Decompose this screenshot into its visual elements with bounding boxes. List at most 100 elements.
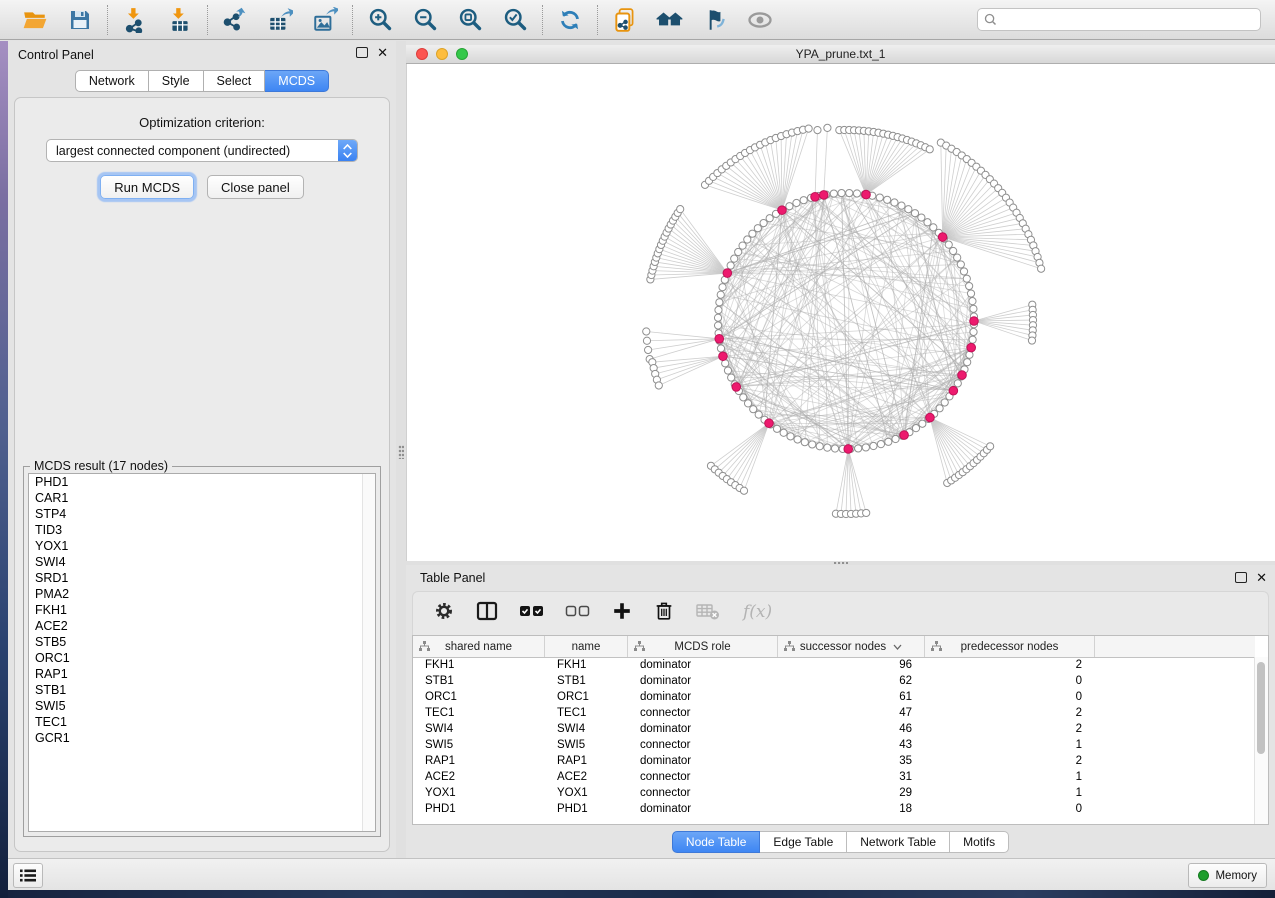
show-all-networks-icon[interactable] — [656, 6, 684, 34]
network-node[interactable] — [930, 224, 937, 231]
network-hub-node[interactable] — [819, 191, 828, 200]
open-session-icon[interactable] — [21, 6, 49, 34]
network-node[interactable] — [967, 290, 974, 297]
network-node[interactable] — [950, 247, 957, 254]
network-leaf-node[interactable] — [814, 127, 821, 134]
tab-node-table[interactable]: Node Table — [672, 831, 761, 853]
mcds-result-item[interactable]: CAR1 — [29, 490, 375, 506]
mcds-list-scrollbar[interactable] — [362, 474, 375, 831]
network-node[interactable] — [724, 367, 731, 374]
float-panel-icon[interactable] — [356, 47, 368, 58]
network-node[interactable] — [954, 254, 961, 261]
network-hub-node[interactable] — [723, 269, 732, 278]
mcds-result-item[interactable]: FKH1 — [29, 602, 375, 618]
criterion-dropdown[interactable]: largest connected component (undirected) — [46, 139, 358, 162]
mcds-result-item[interactable]: GCR1 — [29, 730, 375, 746]
show-columns-icon[interactable] — [475, 599, 499, 628]
network-node[interactable] — [824, 444, 831, 451]
network-node[interactable] — [760, 219, 767, 226]
table-row[interactable]: FKH1FKH1dominator962 — [413, 657, 1255, 673]
network-node[interactable] — [717, 345, 724, 352]
network-node[interactable] — [970, 305, 977, 312]
column-header-shared-name[interactable]: shared name — [413, 636, 545, 657]
network-node[interactable] — [816, 443, 823, 450]
mcds-result-item[interactable]: SWI5 — [29, 698, 375, 714]
mcds-result-item[interactable]: ACE2 — [29, 618, 375, 634]
mcds-result-item[interactable]: RAP1 — [29, 666, 375, 682]
network-hub-node[interactable] — [811, 193, 820, 202]
mcds-result-item[interactable]: PHD1 — [29, 474, 375, 490]
network-node[interactable] — [945, 241, 952, 248]
network-node[interactable] — [735, 248, 742, 255]
network-node[interactable] — [773, 425, 780, 432]
mcds-result-item[interactable]: STB5 — [29, 634, 375, 650]
network-node[interactable] — [966, 282, 973, 289]
splitter-grip[interactable] — [834, 562, 848, 564]
network-hub-node[interactable] — [715, 335, 724, 344]
network-leaf-node[interactable] — [805, 125, 812, 132]
column-header-predecessor-nodes[interactable]: predecessor nodes — [925, 636, 1095, 657]
close-panel-button[interactable]: Close panel — [207, 175, 304, 199]
table-row[interactable]: RAP1RAP1dominator352 — [413, 753, 1255, 769]
table-row[interactable]: SWI5SWI5connector431 — [413, 737, 1255, 753]
network-leaf-node[interactable] — [863, 509, 870, 516]
close-window-icon[interactable] — [416, 48, 428, 60]
network-node[interactable] — [884, 196, 891, 203]
network-hub-node[interactable] — [967, 343, 976, 352]
export-table-icon[interactable] — [266, 6, 294, 34]
network-node[interactable] — [855, 445, 862, 452]
import-network-file-icon[interactable] — [121, 6, 149, 34]
network-node[interactable] — [919, 420, 926, 427]
close-panel-icon[interactable]: ✕ — [377, 48, 388, 58]
network-hub-node[interactable] — [778, 206, 787, 215]
network-node[interactable] — [780, 429, 787, 436]
network-node[interactable] — [714, 314, 721, 321]
zoom-out-icon[interactable] — [411, 6, 439, 34]
tab-network-table[interactable]: Network Table — [847, 831, 950, 853]
column-header-name[interactable]: name — [545, 636, 628, 657]
network-node[interactable] — [918, 214, 925, 221]
network-node[interactable] — [716, 299, 723, 306]
network-node[interactable] — [786, 203, 793, 210]
network-window-titlebar[interactable]: YPA_prune.txt_1 — [406, 45, 1275, 64]
export-network-icon[interactable] — [221, 6, 249, 34]
mcds-result-item[interactable]: YOX1 — [29, 538, 375, 554]
network-node[interactable] — [731, 255, 738, 262]
run-mcds-button[interactable]: Run MCDS — [100, 175, 194, 199]
network-node[interactable] — [766, 215, 773, 222]
network-node[interactable] — [749, 230, 756, 237]
network-hub-node[interactable] — [958, 371, 967, 380]
network-node[interactable] — [755, 411, 762, 418]
network-leaf-node[interactable] — [645, 346, 652, 353]
network-leaf-node[interactable] — [1028, 337, 1035, 344]
delete-table-icon[interactable] — [695, 600, 721, 627]
task-history-button[interactable] — [13, 863, 43, 888]
mcds-result-item[interactable]: PMA2 — [29, 586, 375, 602]
network-hub-node[interactable] — [844, 445, 853, 454]
network-node[interactable] — [728, 374, 735, 381]
column-header-MCDS-role[interactable]: MCDS role — [628, 636, 778, 657]
network-node[interactable] — [754, 225, 761, 232]
network-node[interactable] — [862, 444, 869, 451]
network-node[interactable] — [936, 405, 943, 412]
network-node[interactable] — [898, 202, 905, 209]
tab-mcds[interactable]: MCDS — [265, 70, 329, 92]
function-builder-icon[interactable]: f(x) — [741, 599, 775, 628]
mcds-result-item[interactable]: SRD1 — [29, 570, 375, 586]
zoom-selected-icon[interactable] — [501, 6, 529, 34]
network-node[interactable] — [963, 275, 970, 282]
column-settings-gear-icon[interactable] — [433, 600, 455, 627]
network-hub-node[interactable] — [970, 317, 979, 326]
search-input[interactable] — [1002, 12, 1254, 28]
network-node[interactable] — [970, 328, 977, 335]
mcds-result-item[interactable]: TEC1 — [29, 714, 375, 730]
network-node[interactable] — [964, 359, 971, 366]
network-node[interactable] — [891, 199, 898, 206]
network-hub-node[interactable] — [732, 383, 741, 392]
unselect-all-checkboxes-icon[interactable] — [565, 600, 591, 627]
network-node[interactable] — [727, 262, 734, 269]
network-hub-node[interactable] — [949, 386, 958, 395]
network-canvas-svg[interactable] — [407, 64, 1275, 561]
network-node[interactable] — [831, 445, 838, 452]
maximize-window-icon[interactable] — [456, 48, 468, 60]
